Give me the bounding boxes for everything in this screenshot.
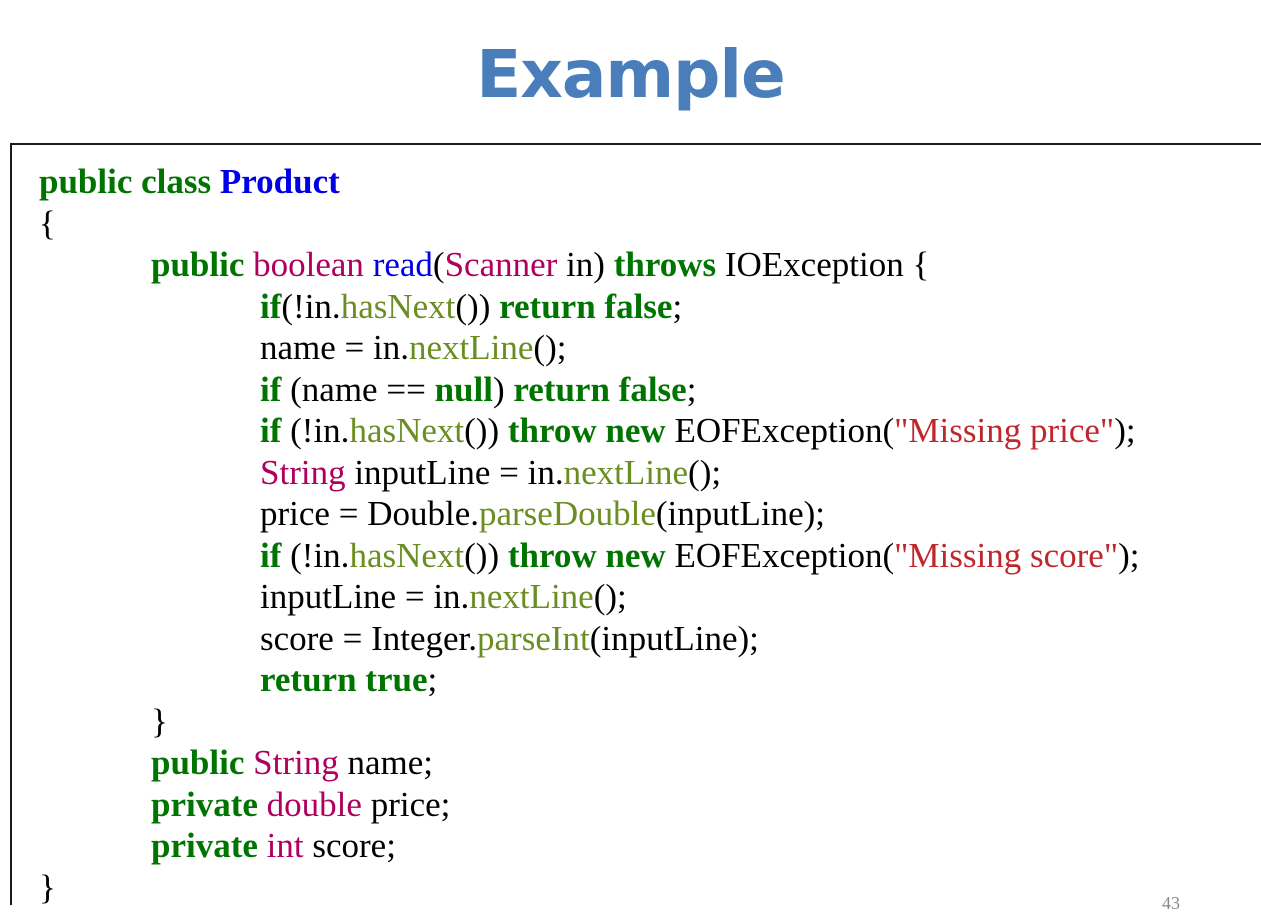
code-line: if(!in.hasNext()) return false; — [260, 285, 682, 329]
code-token: String — [260, 452, 355, 492]
code-token: (); — [533, 328, 567, 367]
code-token: score = Integer. — [260, 618, 478, 658]
code-token: ; — [672, 286, 683, 326]
code-line: { — [39, 202, 56, 246]
code-token: (inputLine); — [589, 618, 759, 658]
code-token: hasNext — [349, 535, 465, 575]
code-token: (); — [593, 577, 627, 616]
code-line: } — [151, 700, 168, 744]
code-token: name = in. — [260, 328, 410, 367]
code-token: int — [266, 826, 313, 865]
code-line: private double price; — [151, 783, 450, 827]
code-token: if — [260, 535, 291, 575]
slide-title: Example — [476, 36, 786, 113]
code-token: ()) — [464, 535, 508, 575]
code-token: throws — [613, 245, 725, 284]
code-token: { — [39, 203, 56, 243]
code-token: (!in. — [281, 286, 341, 326]
code-token: hasNext — [340, 286, 456, 326]
code-token: null — [434, 369, 493, 409]
code-token: ; — [686, 369, 697, 409]
code-token: score; — [312, 826, 396, 865]
code-token: "Missing score" — [894, 535, 1119, 575]
code-line: private int score; — [151, 824, 396, 868]
code-token: double — [266, 784, 371, 824]
code-line: String inputLine = in.nextLine(); — [260, 451, 721, 495]
page-number: 43 — [1162, 893, 1180, 913]
code-token: (inputLine); — [655, 494, 825, 533]
code-token: } — [151, 701, 168, 741]
code-token: boolean — [253, 245, 373, 284]
code-token: ) — [492, 369, 514, 409]
code-token: ; — [427, 660, 438, 699]
code-token: ()) — [464, 411, 508, 450]
code-token: IOException { — [724, 245, 930, 284]
code-line: public class Product — [39, 160, 340, 204]
code-token: EOFException( — [674, 535, 895, 575]
code-token: nextLine — [409, 328, 534, 367]
code-line: } — [39, 866, 56, 910]
code-token: throw new — [507, 535, 675, 575]
code-token: in) — [557, 245, 614, 284]
code-token: inputLine = in. — [260, 577, 470, 616]
code-token: private — [151, 784, 267, 824]
code-line: public boolean read(Scanner in) throws I… — [151, 243, 929, 287]
code-line: public String name; — [151, 741, 433, 785]
code-line: score = Integer.parseInt(inputLine); — [260, 617, 759, 661]
code-line: if (!in.hasNext()) throw new EOFExceptio… — [260, 534, 1140, 578]
code-token: if — [260, 411, 291, 450]
code-token: Scanner — [444, 245, 558, 284]
code-token: "Missing price" — [894, 411, 1115, 450]
code-token: (!in. — [290, 535, 350, 575]
code-token: nextLine — [469, 577, 594, 616]
code-line: return true; — [260, 658, 437, 702]
code-token: if — [260, 369, 291, 409]
code-token: inputLine = in. — [354, 452, 564, 492]
code-token: EOFException( — [674, 411, 895, 450]
code-token: price; — [370, 784, 451, 824]
code-line: if (!in.hasNext()) throw new EOFExceptio… — [260, 409, 1136, 453]
code-token: hasNext — [349, 411, 465, 450]
code-token: private — [151, 826, 267, 865]
code-token: return true — [260, 660, 428, 699]
code-token: ( — [432, 245, 445, 284]
code-token: parseDouble — [478, 494, 656, 533]
code-token: (name == — [290, 369, 435, 409]
code-token: price = Double. — [260, 494, 479, 533]
code-token: (); — [688, 452, 722, 492]
code-line: name = in.nextLine(); — [260, 326, 566, 370]
code-token: public — [151, 743, 254, 782]
code-token: public class — [39, 162, 220, 201]
code-token: ); — [1118, 535, 1140, 575]
code-token: name; — [347, 743, 433, 782]
code-line: inputLine = in.nextLine(); — [260, 575, 627, 619]
code-token: parseInt — [477, 618, 590, 658]
code-token: return false — [499, 286, 673, 326]
code-token: ); — [1114, 411, 1136, 450]
code-token: Product — [219, 162, 340, 201]
code-token: nextLine — [563, 452, 689, 492]
code-token: ()) — [455, 286, 500, 326]
code-token: return false — [513, 369, 687, 409]
code-token: String — [253, 743, 348, 782]
code-line: if (name == null) return false; — [260, 368, 696, 412]
code-line: price = Double.parseDouble(inputLine); — [260, 492, 825, 536]
code-token: read — [372, 245, 433, 284]
code-token: } — [39, 867, 56, 907]
code-token: if — [260, 286, 282, 326]
code-token: public — [151, 245, 254, 284]
code-token: throw new — [507, 411, 675, 450]
code-token: (!in. — [290, 411, 350, 450]
